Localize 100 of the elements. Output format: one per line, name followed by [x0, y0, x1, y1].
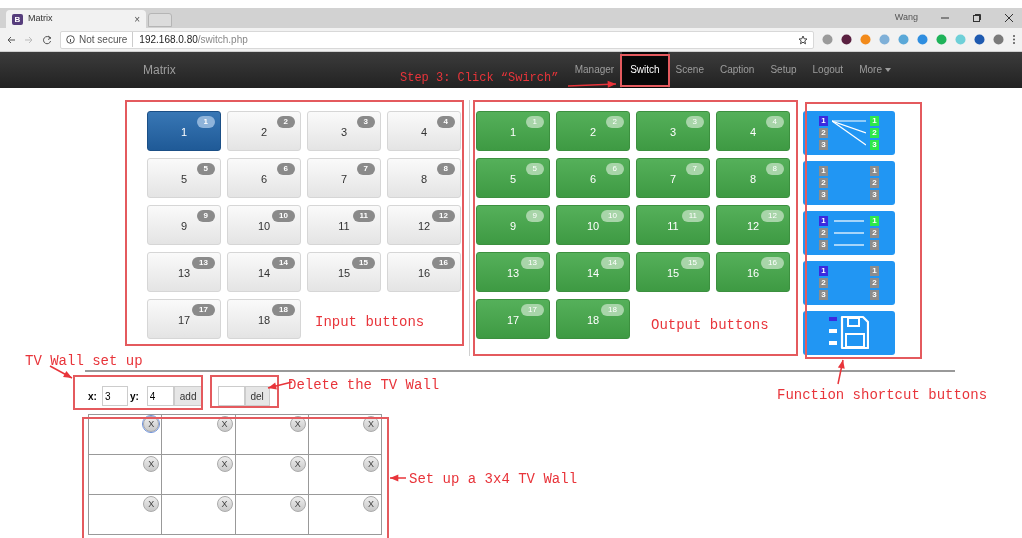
input-button[interactable]: 4 4	[387, 111, 461, 151]
nav-item[interactable]: More	[851, 64, 899, 76]
input-button[interactable]: 5 5	[147, 158, 221, 198]
tab-close[interactable]: ×	[134, 11, 140, 27]
input-button[interactable]: 3 3	[307, 111, 381, 151]
input-button[interactable]: 13 13	[147, 252, 221, 292]
input-badge: 12	[432, 210, 455, 222]
reload-icon[interactable]	[42, 34, 52, 45]
input-button[interactable]: 16 16	[387, 252, 461, 292]
input-button[interactable]: 11 11	[307, 205, 381, 245]
annotation-text: Function shortcut buttons	[777, 386, 988, 405]
nav-item[interactable]: Scene	[667, 64, 712, 76]
port-number: 1	[870, 166, 879, 176]
tab-title[interactable]: Matrix	[28, 12, 130, 26]
remove-button[interactable]: X	[143, 456, 160, 472]
input-badge: 6	[276, 163, 295, 175]
port-number: 2	[819, 178, 828, 188]
address-field[interactable]: Not secure 192.168.0.80/switch.php	[60, 30, 814, 49]
input-badge: 16	[432, 257, 455, 269]
remove-button[interactable]: X	[289, 496, 306, 512]
input-button[interactable]: 14 14	[227, 252, 301, 292]
input-button[interactable]: 6 6	[227, 158, 301, 198]
input-badge: 4	[436, 116, 455, 128]
del-button[interactable]: del	[244, 386, 270, 406]
menu-icon[interactable]	[1012, 34, 1016, 45]
input-button[interactable]: 9 9	[147, 205, 221, 245]
output-badge: 8	[765, 163, 784, 175]
y-input[interactable]: 4	[146, 386, 174, 406]
nav-item[interactable]: Manager	[566, 64, 623, 76]
input-button[interactable]: 17 17	[147, 299, 221, 339]
extension-icon[interactable]	[841, 34, 852, 45]
output-badge: 10	[601, 210, 624, 222]
back-icon[interactable]	[6, 34, 16, 45]
nav-item[interactable]: Setup	[762, 64, 805, 76]
output-badge: 7	[685, 163, 704, 175]
output-badge: 6	[605, 163, 624, 175]
annotation-text: Delete the TV Wall	[288, 376, 440, 395]
remove-button[interactable]: X	[289, 456, 306, 472]
port-number: 3	[870, 140, 879, 150]
input-badge: 10	[272, 210, 295, 222]
profile-name[interactable]: Wang	[894, 11, 918, 25]
input-badge: 2	[276, 116, 295, 128]
output-badge: 9	[525, 210, 544, 222]
brand-text[interactable]: Matrix	[143, 61, 176, 79]
annotation-text: Step 3: Click “Swirch”	[400, 70, 559, 87]
port-number: 1	[819, 266, 828, 276]
port-number: 1	[819, 216, 828, 226]
extension-icon[interactable]	[974, 34, 985, 45]
routing-shortcut-button[interactable]: 1 2 3 1 2 3	[803, 111, 895, 155]
nav-item[interactable]: Caption	[711, 64, 763, 76]
output-badge: 17	[521, 304, 544, 316]
input-badge: 14	[272, 257, 295, 269]
remove-button[interactable]: X	[216, 496, 233, 512]
port-number: 3	[870, 240, 879, 250]
input-badge: 5	[196, 163, 215, 175]
port-number: 3	[819, 190, 828, 200]
delete-input[interactable]	[217, 386, 245, 406]
x-input[interactable]: 3	[101, 386, 128, 406]
maximize-icon[interactable]	[972, 13, 982, 23]
input-button[interactable]: 10 10	[227, 205, 301, 245]
output-badge: 3	[685, 116, 704, 128]
remove-button[interactable]: X	[363, 496, 379, 512]
output-badge: 14	[601, 257, 624, 269]
output-badge: 12	[761, 210, 784, 222]
forward-icon[interactable]	[24, 34, 34, 45]
port-number: 3	[819, 240, 828, 250]
port-number: 2	[819, 278, 828, 288]
nav-item[interactable]: Logout	[804, 64, 852, 76]
remove-button[interactable]: X	[363, 456, 379, 472]
port-number: 2	[870, 228, 879, 238]
x-label: x:	[88, 389, 97, 404]
input-button[interactable]: 1 1	[147, 111, 221, 151]
port-number: 2	[870, 128, 879, 138]
input-button[interactable]: 15 15	[307, 252, 381, 292]
remove-button[interactable]: X	[143, 496, 160, 512]
port-number: 1	[870, 116, 879, 126]
annotation-text: Input buttons	[315, 313, 425, 332]
input-button[interactable]: 12 12	[387, 205, 461, 245]
port-number: 2	[819, 128, 828, 138]
save-button[interactable]	[803, 311, 895, 355]
input-badge: 18	[272, 304, 295, 316]
input-badge: 7	[356, 163, 375, 175]
annotation-text: Output buttons	[651, 316, 769, 335]
input-badge: 8	[436, 163, 455, 175]
input-badge: 13	[192, 257, 215, 269]
port-number: 1	[819, 116, 828, 126]
output-badge: 4	[765, 116, 784, 128]
security-label: Not secure	[79, 32, 134, 47]
annotation-text: TV Wall set up	[25, 352, 143, 371]
star-icon[interactable]	[798, 34, 808, 45]
remove-button[interactable]: X	[216, 456, 233, 472]
input-button[interactable]: 18 18	[227, 299, 301, 339]
input-button[interactable]: 2 2	[227, 111, 301, 151]
port-number: 2	[870, 178, 879, 188]
input-button[interactable]: 7 7	[307, 158, 381, 198]
routing-shortcut-button[interactable]: 1 2 3 1 2 3	[803, 211, 895, 255]
input-button[interactable]: 8 8	[387, 158, 461, 198]
close-icon[interactable]	[1004, 13, 1014, 23]
routing-shortcut-button[interactable]: 1 2 3 1 2 3	[803, 261, 895, 305]
port-number: 2	[870, 278, 879, 288]
